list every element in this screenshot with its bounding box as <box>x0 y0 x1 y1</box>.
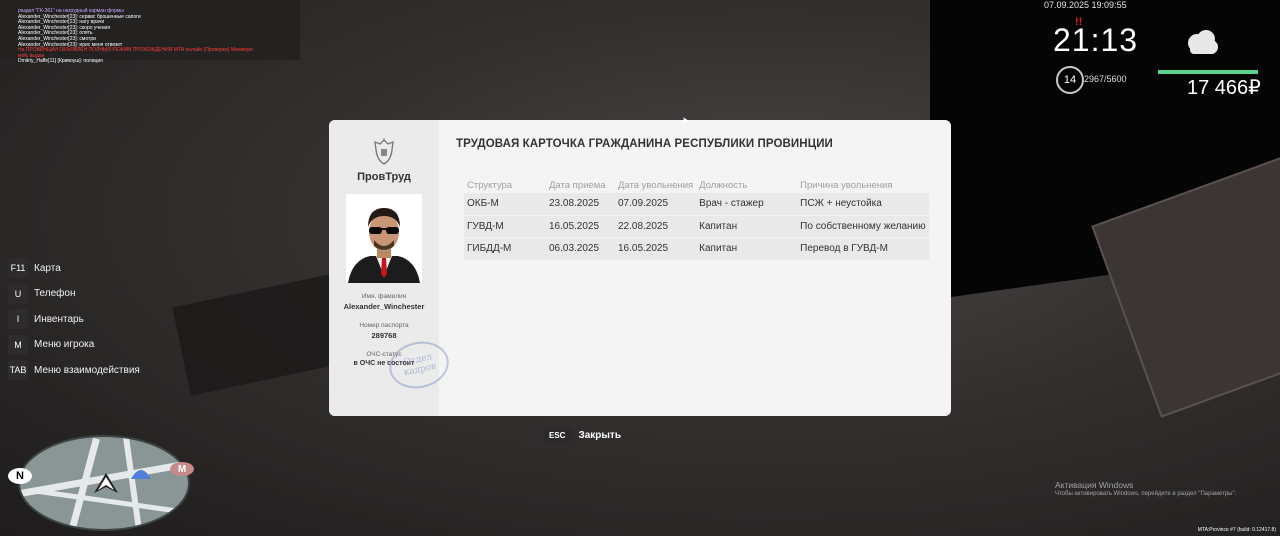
cell-reason: Перевод в ГУВД-М <box>797 237 929 260</box>
cell-dismissal-date: 16.05.2025 <box>615 237 697 260</box>
metro-icon: M <box>170 462 194 476</box>
column-header: Дата приема <box>549 179 606 191</box>
org-name: ПровТруд <box>357 171 411 183</box>
card-title: ТРУДОВАЯ КАРТОЧКА ГРАЖДАНИНА РЕСПУБЛИКИ … <box>456 138 833 150</box>
passport-label: Номер паспорта <box>359 322 409 329</box>
chat-message: Dmitriy_Haffe[11] [Кривоуш]: полиция <box>18 58 103 65</box>
activation-hint: Чтобы активировать Windows, перейдите в … <box>1055 491 1237 497</box>
column-header: Дата увольнения <box>618 179 694 191</box>
north-icon: N <box>8 468 32 484</box>
esc-key-hint[interactable]: ESC <box>543 427 572 444</box>
hotkey-key: U <box>8 283 28 304</box>
blip-icon <box>131 470 151 479</box>
hotkey-item[interactable]: M Меню игрока <box>8 334 140 355</box>
activation-title: Активация Windows <box>1055 480 1134 490</box>
passport-number: 289768 <box>371 331 397 340</box>
employment-card: ПровТруд Имя, фамилия Alexander_Winchest… <box>329 120 951 416</box>
close-button[interactable]: ESC Закрыть <box>543 427 621 444</box>
close-label[interactable]: Закрыть <box>578 430 621 441</box>
hotkey-item[interactable]: F11 Карта <box>8 258 140 278</box>
citizen-photo <box>346 194 422 283</box>
experience-counter: 2967/5600 <box>1084 74 1127 84</box>
health-bar <box>1158 70 1258 74</box>
table-row: ГУВД-М 16.05.2025 22.08.2025 Капитан По … <box>464 214 929 238</box>
level-badge: 14 <box>1056 66 1084 94</box>
cell-reason: ПСЖ + неустойка <box>797 193 929 215</box>
cell-hire-date: 23.08.2025 <box>546 193 615 215</box>
player-arrow-icon <box>94 473 118 493</box>
cell-structure: ГУВД-М <box>464 214 546 238</box>
column-header: Причина увольнения <box>800 179 893 191</box>
minimap <box>18 435 190 531</box>
hud-clock: 21:13 <box>1053 22 1139 58</box>
cloud-icon <box>1188 30 1218 54</box>
hud-datetime: 07.09.2025 19:09:55 <box>1044 0 1127 10</box>
chat-message: На ПРОВИНЦИИ ОБЪЯВЛЕН ПОЛНЫЙ РЕЖИМ ПРОХО… <box>18 47 253 54</box>
cell-dismissal-date: 22.08.2025 <box>615 214 697 238</box>
hotkey-key: M <box>8 334 28 355</box>
hotkey-key: I <box>8 309 28 330</box>
money-balance: 17 466₽ <box>1187 77 1261 99</box>
name-label: Имя, фамилия <box>361 293 407 300</box>
map-road <box>123 437 143 529</box>
column-header: Структура <box>467 179 513 191</box>
employment-table: Структура Дата приема Дата увольнения До… <box>464 177 929 260</box>
avatar <box>346 194 422 283</box>
scene-shadow-2 <box>172 274 348 396</box>
chat-log: раздел "ГК-361" на нагрудный карман форм… <box>18 8 253 65</box>
windows-activation-watermark: Активация Windows Чтобы активировать Win… <box>1055 480 1236 497</box>
table-row: ГИБДД-М 06.03.2025 16.05.2025 Капитан Пе… <box>464 237 929 260</box>
hotkey-item[interactable]: U Телефон <box>8 283 140 304</box>
cell-dismissal-date: 07.09.2025 <box>615 193 697 215</box>
hotkey-list: F11 Карта U Телефон I Инвентарь M Меню игрока TA… <box>8 258 140 386</box>
cell-structure: ОКБ-М <box>464 193 546 215</box>
hotkey-label: Меню взаимодействия <box>34 364 140 376</box>
cell-structure: ГИБДД-М <box>464 237 546 260</box>
cell-hire-date: 16.05.2025 <box>546 214 615 238</box>
hotkey-label: Инвентарь <box>34 313 84 325</box>
build-info: MTA:Province #7 (build: 0.12417.8) <box>1197 527 1276 533</box>
cell-position: Капитан <box>696 237 798 260</box>
citizen-name: Alexander_Winchester <box>343 302 425 311</box>
hotkey-key: TAB <box>8 360 28 381</box>
hotkey-item[interactable]: TAB Меню взаимодействия <box>8 360 140 381</box>
cell-reason: По собственному желанию <box>797 214 929 238</box>
health-bar-fill <box>1158 70 1258 74</box>
column-header: Должность <box>699 179 748 191</box>
hotkey-key: F11 <box>8 258 28 278</box>
cell-hire-date: 06.03.2025 <box>546 237 615 260</box>
cell-position: Врач - стажер <box>696 193 798 215</box>
table-row: ОКБ-М 23.08.2025 07.09.2025 Врач - стаже… <box>464 193 929 215</box>
hotkey-label: Телефон <box>34 288 76 300</box>
hotkey-label: Карта <box>34 262 61 274</box>
cell-position: Капитан <box>696 214 798 238</box>
hotkey-label: Меню игрока <box>34 339 95 351</box>
hotkey-item[interactable]: I Инвентарь <box>8 309 140 330</box>
table-header-row: Структура Дата приема Дата увольнения До… <box>464 177 929 193</box>
coat-of-arms-icon <box>374 138 394 165</box>
